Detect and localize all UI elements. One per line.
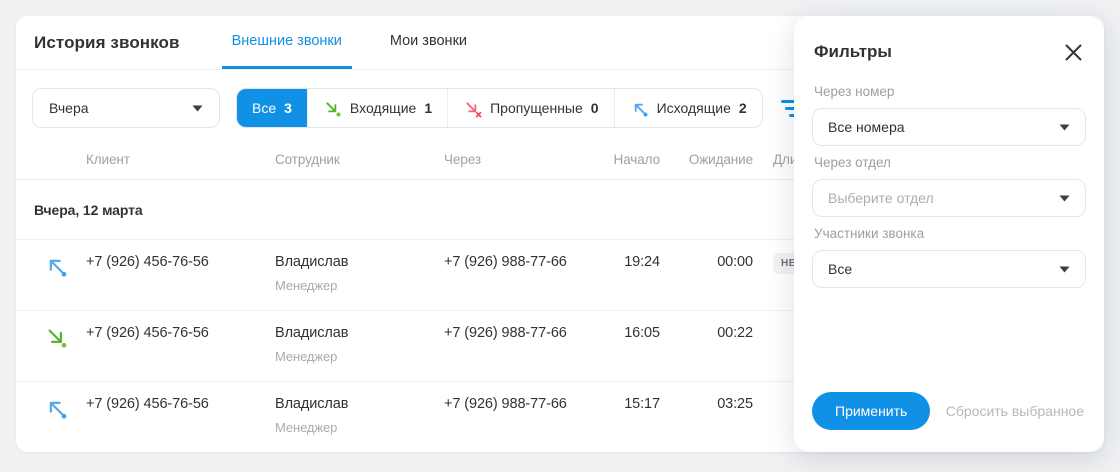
outgoing-call-icon (49, 259, 67, 277)
segment-missed-calls[interactable]: Пропущенные 0 (447, 89, 613, 127)
client-number: +7 (926) 456-76-56 (86, 254, 209, 270)
segment-outgoing-calls[interactable]: Исходящие 2 (613, 89, 762, 127)
incoming-call-icon (326, 101, 341, 116)
segment-count: 2 (738, 100, 747, 116)
outgoing-call-icon (49, 401, 67, 419)
call-history-page: История звонков Внешние звонки Мои звонк… (0, 0, 1120, 472)
filters-panel-header: Фильтры (812, 16, 1086, 75)
via-number: +7 (926) 988-77-66 (444, 396, 567, 412)
filters-panel-title: Фильтры (814, 42, 892, 61)
apply-button[interactable]: Применить (812, 392, 931, 430)
period-select-value: Вчера (49, 100, 89, 116)
period-select[interactable]: Вчера (32, 88, 220, 128)
start-time: 15:17 (624, 396, 660, 412)
segment-label: Исходящие (656, 100, 731, 116)
select-value: Все номера (828, 119, 905, 135)
field-label: Участники звонка (814, 226, 925, 241)
employee-role: Менеджер (275, 278, 338, 293)
start-time: 19:24 (624, 254, 660, 270)
select-value: Все (828, 261, 853, 277)
via-number: +7 (926) 988-77-66 (444, 254, 567, 270)
client-number: +7 (926) 456-76-56 (86, 396, 209, 412)
chevron-down-icon (1059, 266, 1070, 272)
start-time: 16:05 (624, 325, 660, 341)
client-number: +7 (926) 456-76-56 (86, 325, 209, 341)
tabs: Внешние звонки Мои звонки (221, 16, 505, 69)
tab-my-calls[interactable]: Мои звонки (380, 16, 477, 69)
employee-name: Владислав (275, 325, 349, 341)
via-number-select[interactable]: Все номера (812, 108, 1086, 146)
via-department-select[interactable]: Выберите отдел (812, 179, 1086, 217)
missed-call-icon (466, 101, 482, 117)
col-header-employee: Сотрудник (275, 152, 340, 167)
col-header-wait: Ожидание (688, 152, 753, 167)
employee-name: Владислав (275, 396, 349, 412)
chevron-down-icon (1059, 124, 1070, 130)
close-icon (1065, 44, 1081, 60)
chevron-down-icon (1059, 195, 1070, 201)
close-button[interactable] (1062, 41, 1084, 63)
field-via-number: Через номер Все номера (812, 84, 1086, 146)
filters-panel: Фильтры Через номер Все номера Через отд… (794, 16, 1104, 452)
field-via-department: Через отдел Выберите отдел (812, 155, 1086, 217)
segment-count: 3 (284, 100, 292, 116)
call-type-segmented-control: Все 3 Входящие 1 Пропущенные 0 Исходящие… (236, 88, 763, 128)
page-title: История звонков (34, 32, 180, 52)
segment-all-calls[interactable]: Все 3 (237, 89, 307, 127)
reset-selected-button[interactable]: Сбросить выбранное (944, 403, 1086, 419)
segment-label: Пропущенные (490, 100, 583, 116)
field-label: Через отдел (814, 155, 891, 170)
col-header-via: Через (444, 152, 481, 167)
filters-panel-footer: Применить Сбросить выбранное (812, 392, 1086, 436)
wait-time: 00:00 (717, 254, 753, 270)
employee-name: Владислав (275, 254, 349, 270)
call-participants-select[interactable]: Все (812, 250, 1086, 288)
segment-incoming-calls[interactable]: Входящие 1 (306, 89, 447, 127)
employee-role: Менеджер (275, 420, 338, 435)
wait-time: 00:22 (717, 325, 753, 341)
segment-label: Входящие (349, 100, 417, 116)
segment-count: 1 (424, 100, 433, 116)
via-number: +7 (926) 988-77-66 (444, 325, 567, 341)
wait-time: 03:25 (717, 396, 753, 412)
segment-count: 0 (590, 100, 599, 116)
tab-external-calls[interactable]: Внешние звонки (221, 16, 352, 69)
col-header-client: Клиент (86, 152, 130, 167)
employee-role: Менеджер (275, 349, 338, 364)
col-header-start: Начало (613, 152, 661, 167)
field-label: Через номер (814, 84, 895, 99)
select-placeholder: Выберите отдел (828, 190, 934, 206)
chevron-down-icon (192, 105, 203, 111)
outgoing-call-icon (634, 103, 648, 116)
segment-label: Все (252, 100, 277, 116)
field-call-participants: Участники звонка Все (812, 226, 1086, 288)
incoming-call-icon (48, 329, 67, 348)
